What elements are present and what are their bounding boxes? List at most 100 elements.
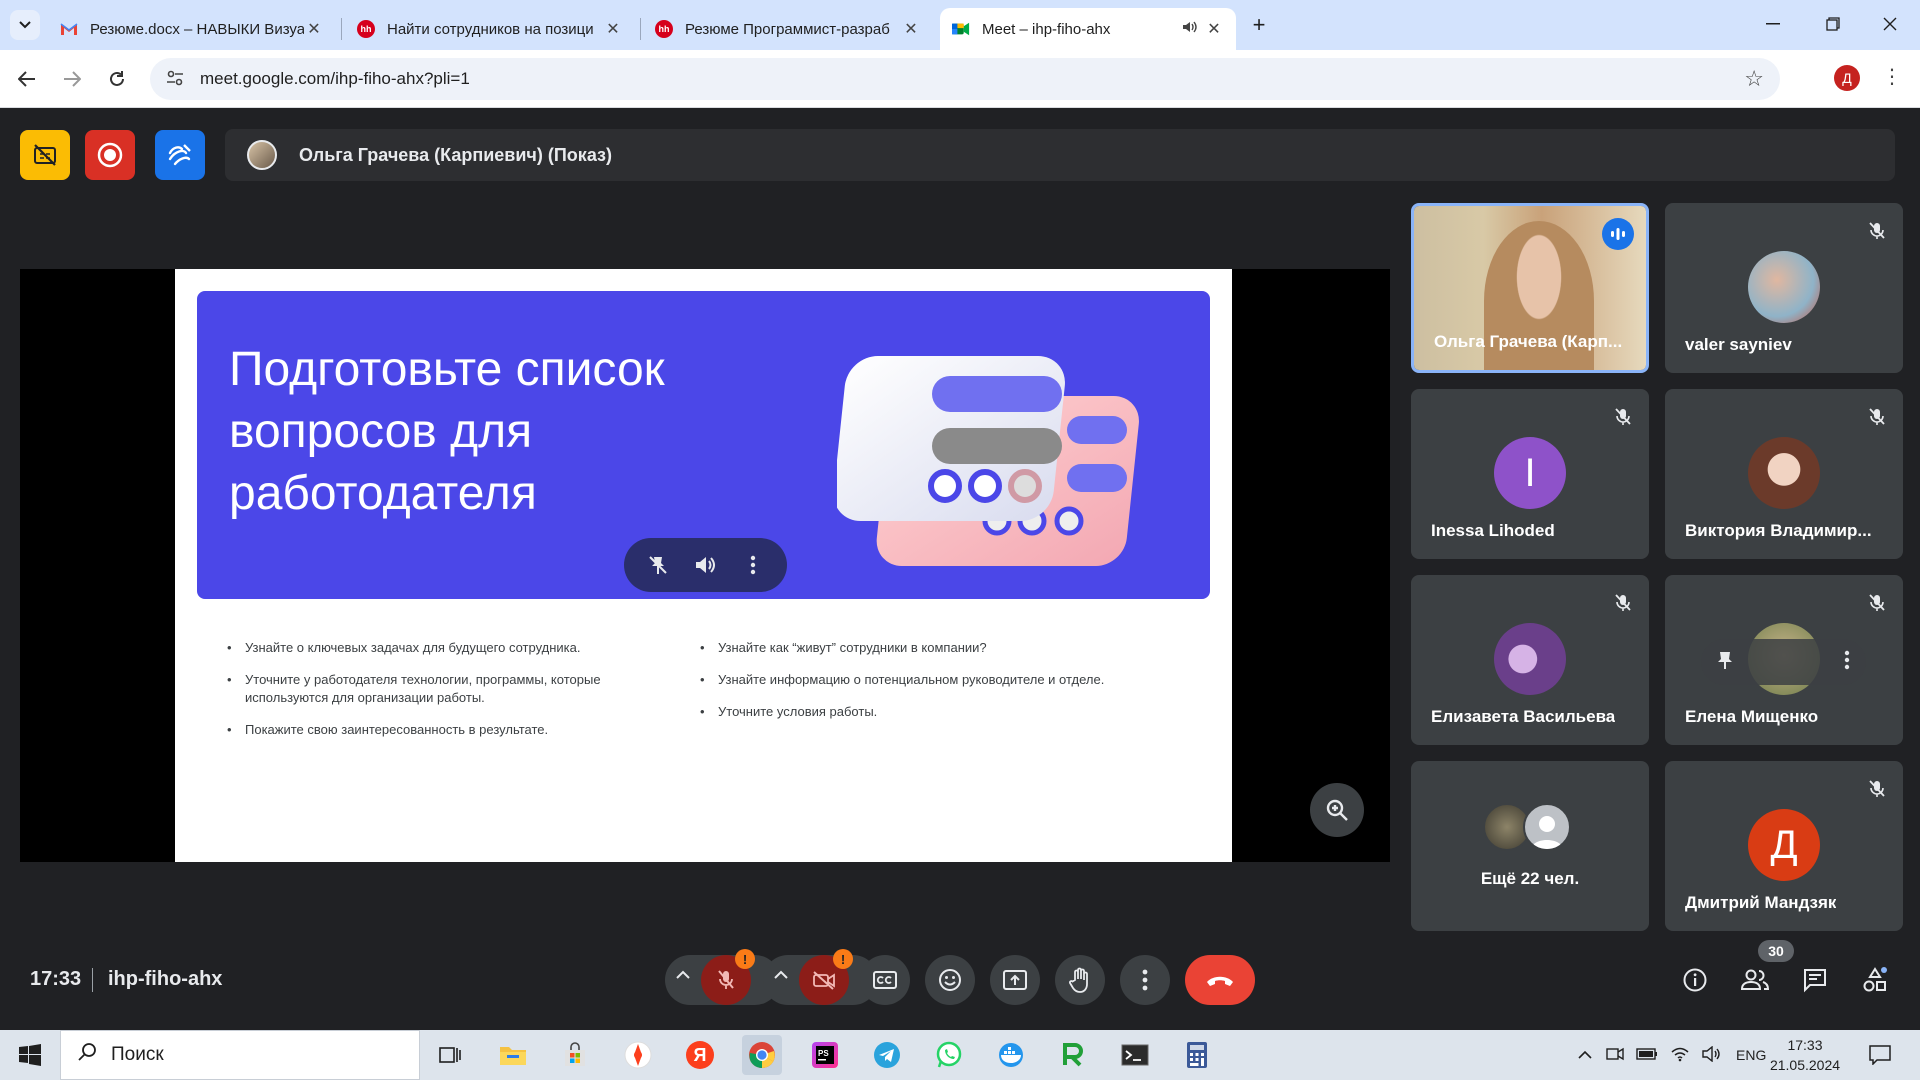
raise-hand-button[interactable] [1055,955,1105,1005]
site-settings-icon[interactable] [166,70,186,89]
people-button[interactable] [1738,963,1772,997]
more-actions-button[interactable] [1120,955,1170,1005]
slide-bullets-right: Узнайте как “живут” сотрудники в компани… [700,639,1180,735]
wifi-icon[interactable] [1670,1046,1690,1065]
participant-avatar [1748,251,1820,323]
address-bar[interactable]: meet.google.com/ihp-fiho-ahx?pli=1 ☆ [150,58,1780,100]
profile-avatar[interactable]: Д [1834,65,1860,91]
whatsapp-icon[interactable] [929,1035,969,1075]
browser-tab-2[interactable]: hh Найти сотрудников на позици ✕ [345,8,635,50]
slide-illustration [837,356,1139,566]
windows-taskbar: Поиск Я PS ENG 17:33 21.05.2024 [0,1030,1920,1080]
participant-tile[interactable]: valer sayniev [1665,203,1903,373]
audio-options-button[interactable] [675,968,691,986]
mic-off-icon [1865,405,1889,429]
reload-button[interactable] [100,62,134,96]
zoom-button[interactable] [1310,783,1364,837]
meeting-details-button[interactable] [1678,963,1712,997]
browser-tab-3[interactable]: hh Резюме Программист-разраб ✕ [643,8,933,50]
participant-tile[interactable]: Елизавета Васильева [1411,575,1649,745]
chevron-up-icon [774,970,788,979]
participant-tile[interactable]: Виктория Владимир... [1665,389,1903,559]
mic-toggle-button[interactable]: ! [701,949,755,1005]
close-icon[interactable]: ✕ [901,19,921,39]
more-participants-tile[interactable]: Ещё 22 чел. [1411,761,1649,931]
docker-icon[interactable] [991,1035,1031,1075]
call-end-icon [1207,976,1233,986]
notifications-icon[interactable] [1860,1035,1900,1075]
participant-tile[interactable]: Ольга Грачева (Карп... [1411,203,1649,373]
close-icon[interactable]: ✕ [1204,19,1224,39]
arrow-left-icon [18,71,35,87]
captions-button[interactable] [860,955,910,1005]
chat-button[interactable] [1798,963,1832,997]
reactions-button[interactable] [925,955,975,1005]
back-button[interactable] [10,62,44,96]
present-screen-button[interactable] [990,955,1040,1005]
activities-button[interactable] [1858,963,1892,997]
more-vert-icon [1142,969,1148,991]
caption-off-button[interactable] [20,130,70,180]
bookmark-star-icon[interactable]: ☆ [1744,66,1764,92]
more-options-button[interactable] [735,555,771,575]
hh-icon: hh [655,20,673,38]
close-window-button[interactable] [1870,8,1910,40]
calculator-icon[interactable] [1177,1035,1217,1075]
video-options-button[interactable] [773,968,789,986]
pin-button[interactable] [1717,650,1733,675]
close-icon[interactable]: ✕ [304,19,324,39]
presenter-banner[interactable]: Ольга Грачева (Карпиевич) (Показ) [225,129,1895,181]
browser-tab-1[interactable]: Резюме.docx – НАВЫКИ Визуа ✕ [48,8,336,50]
yandex-icon[interactable]: Я [680,1035,720,1075]
phpstorm-icon[interactable]: PS [805,1035,845,1075]
tab-divider [640,18,641,40]
close-icon[interactable]: ✕ [603,19,623,39]
tray-overflow-icon[interactable] [1578,1047,1592,1063]
volume-tray-icon[interactable] [1702,1045,1722,1065]
divider [92,968,93,992]
terminal-icon[interactable] [1115,1035,1155,1075]
participant-name: Виктория Владимир... [1685,521,1872,540]
speaker-icon[interactable] [1176,20,1204,39]
participant-tile[interactable]: Елена Мищенко [1665,575,1903,745]
mic-off-icon [718,970,734,989]
taskbar-search[interactable]: Поиск [60,1030,420,1080]
pin-icon [1718,651,1732,669]
browser-menu-icon[interactable]: ⋮ [1882,64,1902,89]
minimize-button[interactable] [1753,8,1793,40]
participant-initial-avatar: I [1494,437,1566,509]
person-icon [1523,803,1571,851]
recording-button[interactable] [85,130,135,180]
whiteboard-button[interactable] [155,130,205,180]
forward-button[interactable] [55,62,89,96]
battery-icon[interactable] [1636,1047,1658,1063]
task-view-icon[interactable] [430,1035,470,1075]
microsoft-store-icon[interactable] [555,1035,595,1075]
sberbank-icon[interactable] [1053,1035,1093,1075]
browser-tab-active[interactable]: Meet – ihp-fiho-ahx ✕ [940,8,1236,50]
camera-toggle-button[interactable]: ! [799,949,853,1005]
participant-tile[interactable]: Д Дмитрий Мандзяк [1665,761,1903,931]
mic-off-icon [1611,591,1635,615]
mic-off-icon [1865,777,1889,801]
slide-bullet: Покажите свою заинтересованность в резул… [227,721,647,739]
closed-caption-icon [873,971,897,989]
chat-icon [1804,969,1826,993]
participant-avatar [1494,623,1566,695]
chrome-icon[interactable] [742,1035,782,1075]
tab-search-button[interactable] [10,10,40,40]
new-tab-button[interactable]: + [1244,10,1274,40]
leave-call-button[interactable] [1185,955,1255,1005]
restore-button[interactable] [1813,8,1853,40]
file-explorer-icon[interactable] [493,1035,533,1075]
yandex-browser-icon[interactable] [618,1035,658,1075]
taskbar-clock[interactable]: 17:33 21.05.2024 [1760,1035,1850,1075]
start-button[interactable] [0,1030,60,1080]
telegram-icon[interactable] [867,1035,907,1075]
meet-tray-icon[interactable] [1606,1046,1624,1065]
tile-more-button[interactable] [1844,650,1850,675]
participant-tile[interactable]: I Inessa Lihoded [1411,389,1649,559]
unpin-button[interactable] [640,554,676,576]
hand-icon [1069,967,1088,993]
volume-button[interactable] [687,555,723,575]
